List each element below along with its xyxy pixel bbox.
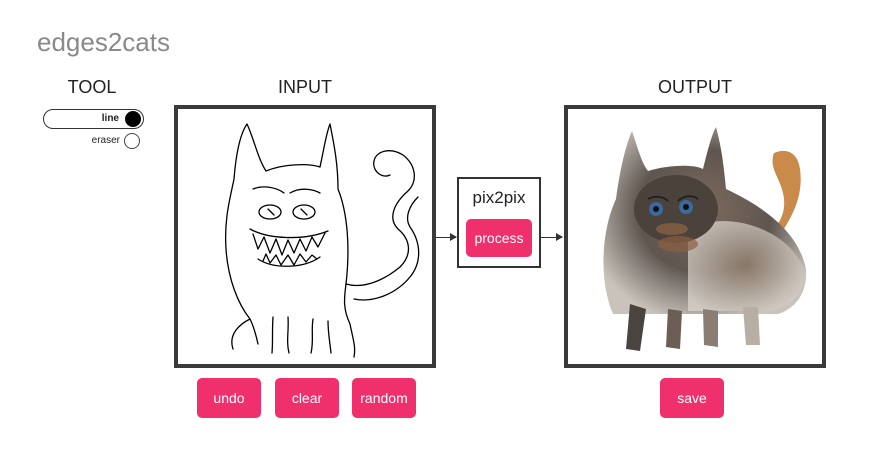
- tool-option-line-label: line: [101, 113, 119, 124]
- model-title: pix2pix: [472, 188, 526, 207]
- save-button[interactable]: save: [660, 378, 724, 418]
- tool-option-eraser-label: eraser: [91, 135, 120, 146]
- generated-cat-image: [603, 127, 807, 351]
- tool-option-line[interactable]: line: [43, 109, 144, 129]
- clear-button[interactable]: clear: [275, 378, 339, 418]
- radio-unselected-icon[interactable]: [124, 133, 140, 149]
- arrow-to-output: [541, 233, 563, 241]
- input-label: INPUT: [278, 77, 332, 97]
- radio-selected-icon[interactable]: [125, 111, 141, 127]
- output-label: OUTPUT: [658, 77, 732, 97]
- cat-sketch-drawing: [224, 123, 420, 358]
- undo-button[interactable]: undo: [197, 378, 261, 418]
- tool-label: TOOL: [67, 77, 117, 97]
- app-title: edges2cats: [37, 27, 170, 57]
- input-canvas[interactable]: [174, 105, 436, 368]
- random-button[interactable]: random: [352, 378, 416, 418]
- output-canvas: [564, 105, 826, 368]
- model-panel: pix2pix process: [457, 177, 541, 268]
- process-button[interactable]: process: [466, 219, 532, 257]
- arrow-to-model: [436, 233, 457, 241]
- tool-option-eraser[interactable]: eraser: [43, 132, 144, 152]
